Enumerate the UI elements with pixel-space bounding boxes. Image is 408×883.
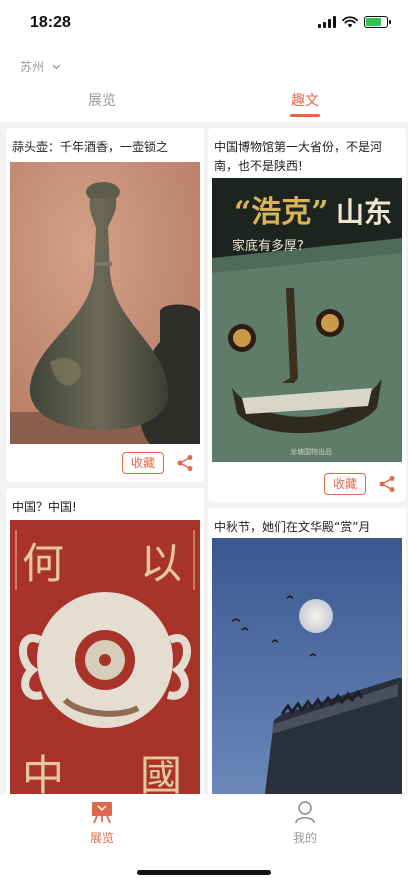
status-bar: 18:28	[0, 0, 408, 48]
article-feed[interactable]: 蒜头壶：千年酒香，一壶锁之 收藏 中国博物馆第一大省份，不是河南，也不是陕西! …	[0, 122, 408, 794]
home-indicator	[137, 870, 271, 875]
city-selector[interactable]: 苏州	[20, 58, 61, 75]
header: 苏州 展览 趣文	[0, 48, 408, 122]
article-image-bronze-mask[interactable]: “浩克” 山东 家底有多厚? 龙塘国物出品	[212, 178, 402, 462]
share-icon[interactable]	[378, 475, 396, 493]
exhibition-icon	[92, 802, 112, 824]
poster-char: 何	[22, 539, 64, 588]
profile-icon	[295, 801, 315, 824]
chevron-down-icon	[52, 64, 61, 69]
nav-exhibitions[interactable]: 展览	[72, 800, 132, 846]
card-actions: 收藏	[208, 473, 406, 497]
nav-label: 我的	[292, 831, 317, 845]
article-card[interactable]: 中国？中国! 何 以 中 國	[6, 488, 204, 794]
article-image-bronze-vase[interactable]	[10, 162, 200, 444]
wifi-icon	[342, 16, 358, 28]
cellular-signal-icon	[318, 16, 336, 28]
headline-shandong: 山东	[336, 196, 392, 229]
article-card[interactable]: 中秋节，她们在文华殿“赏”月	[208, 508, 406, 794]
tab-exhibitions[interactable]: 展览	[88, 90, 116, 110]
city-label: 苏州	[20, 60, 45, 74]
nav-profile[interactable]: 我的	[275, 800, 335, 846]
headline-hulk: “浩克”	[234, 195, 329, 230]
battery-level	[366, 18, 381, 26]
share-icon[interactable]	[176, 454, 194, 472]
article-title: 中国？中国!	[12, 500, 77, 514]
headline-subtitle: 家底有多厚?	[232, 238, 304, 254]
collect-button[interactable]: 收藏	[323, 473, 366, 495]
tab-articles[interactable]: 趣文	[291, 90, 319, 110]
status-icons	[318, 16, 391, 28]
battery-icon	[364, 16, 391, 28]
status-time: 18:28	[30, 14, 71, 31]
poster-char: 以	[140, 539, 182, 588]
article-card[interactable]: 中国博物馆第一大省份，不是河南，也不是陕西! “浩克” 山东 家底有多厚? 龙塘…	[208, 128, 406, 502]
card-actions: 收藏	[6, 452, 204, 476]
poster-char: 中	[22, 751, 64, 794]
article-image-palace-moon[interactable]	[212, 538, 402, 794]
active-tab-indicator	[290, 114, 320, 117]
article-title: 中国博物馆第一大省份，不是河南，也不是陕西!	[214, 140, 383, 173]
tab-bar: 展览 趣文	[0, 88, 408, 118]
collect-button[interactable]: 收藏	[121, 452, 164, 474]
article-title: 蒜头壶：千年酒香，一壶锁之	[12, 140, 169, 154]
nav-label: 展览	[89, 831, 114, 845]
image-credit: 龙塘国物出品	[290, 447, 332, 456]
poster-char: 國	[140, 751, 182, 794]
article-image-jade-disc[interactable]: 何 以 中 國	[10, 520, 200, 794]
article-title: 中秋节，她们在文华殿“赏”月	[214, 520, 371, 534]
article-card[interactable]: 蒜头壶：千年酒香，一壶锁之 收藏	[6, 128, 204, 482]
